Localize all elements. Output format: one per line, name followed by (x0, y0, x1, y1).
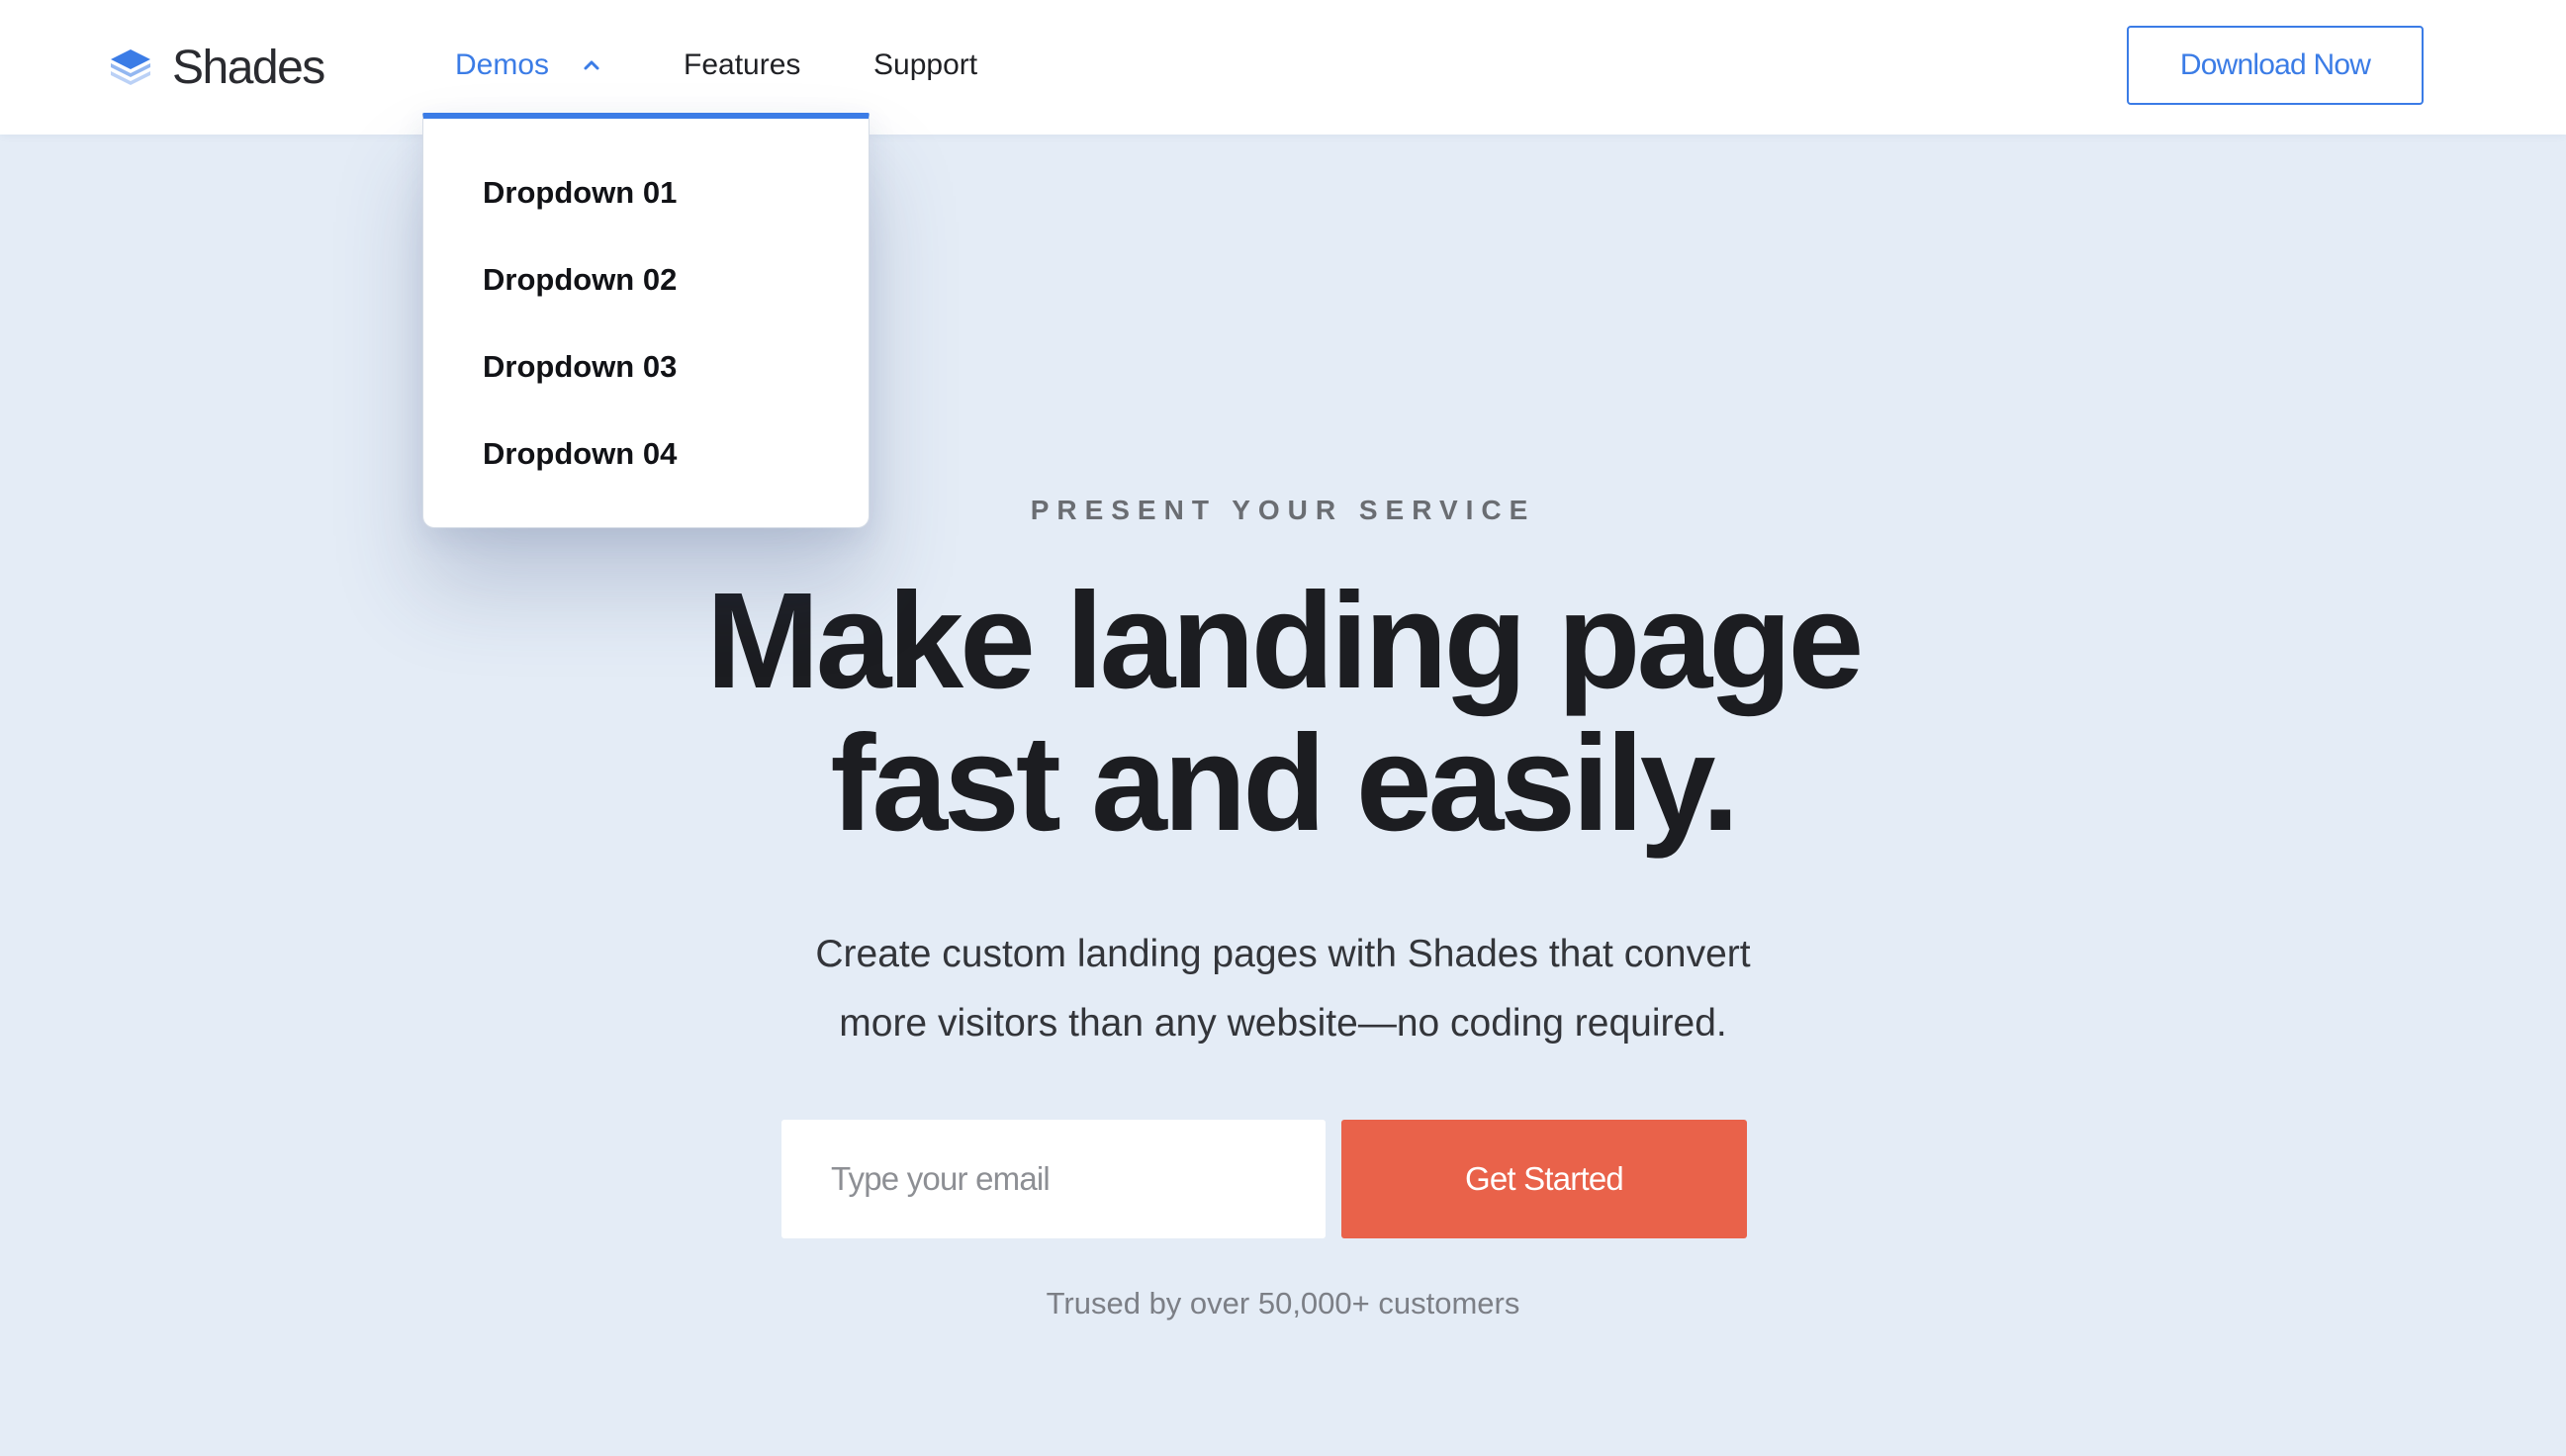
chevron-up-icon (584, 60, 599, 70)
dropdown-item-01[interactable]: Dropdown 01 (483, 163, 677, 223)
get-started-button[interactable]: Get Started (1341, 1120, 1747, 1238)
hero-eyebrow: PRESENT YOUR SERVICE (1030, 495, 1536, 525)
dropdown-item-04[interactable]: Dropdown 04 (483, 424, 677, 484)
nav-support[interactable]: Support (873, 36, 977, 95)
brand-name: Shades (172, 41, 325, 94)
trusted-by-text: Trused by over 50,000+ customers (1046, 1286, 1520, 1320)
dropdown-item-03[interactable]: Dropdown 03 (483, 337, 677, 397)
dropdown-item-02[interactable]: Dropdown 02 (483, 250, 677, 310)
demos-dropdown-menu: Dropdown 01 Dropdown 02 Dropdown 03 Drop… (422, 113, 870, 528)
nav-support-label: Support (873, 48, 978, 81)
hero-subtitle: Create custom landing pages with Shades … (0, 920, 2566, 1058)
download-now-button[interactable]: Download Now (2127, 26, 2424, 105)
hero-subtitle-line-2: more visitors than any website—no coding… (839, 1002, 1727, 1045)
hero-subtitle-line-1: Create custom landing pages with Shades … (815, 933, 1751, 975)
nav-features[interactable]: Features (684, 36, 800, 95)
email-input[interactable] (781, 1120, 1326, 1238)
nav-features-label: Features (684, 48, 801, 81)
hero-title-line-1: Make landing page (705, 565, 1865, 717)
top-navbar: Shades Demos Features Support Download N… (0, 0, 2566, 135)
nav-demos[interactable]: Demos (455, 36, 604, 95)
brand-logo[interactable]: Shades (107, 38, 325, 97)
hero-title-line-2: fast and easily. (830, 707, 1739, 860)
stacked-layers-icon (111, 49, 150, 85)
nav-demos-label: Demos (455, 48, 550, 81)
hero-title: Make landing page fast and easily. (0, 570, 2566, 855)
